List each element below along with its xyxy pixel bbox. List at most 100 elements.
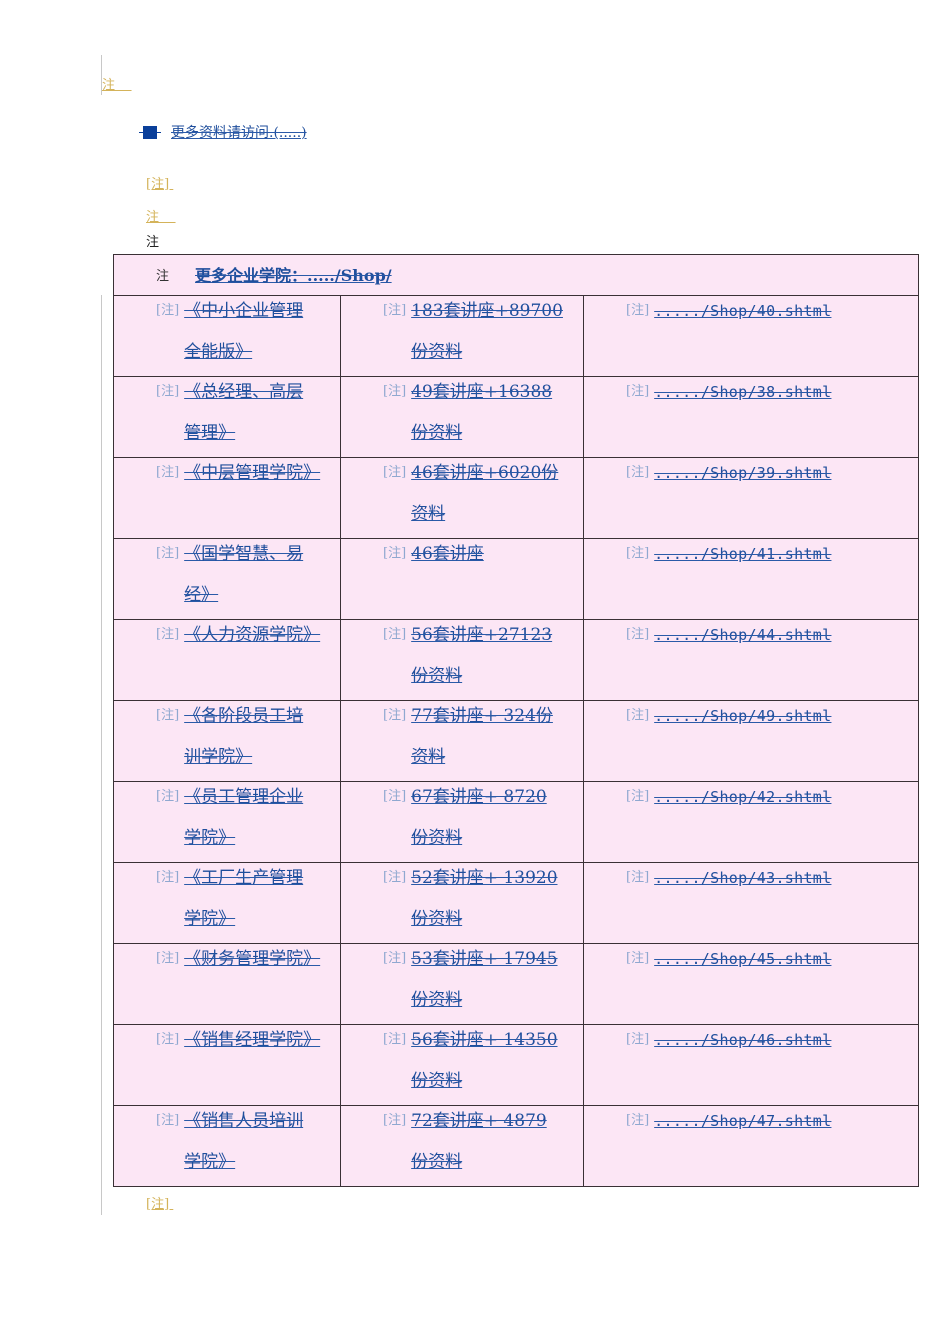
col1-cell: [注] 《中层管理学院》 — [113, 457, 341, 539]
col3-cell: [注] ...../Shop/42.shtml — [583, 781, 919, 863]
col3-cell: [注] ...../Shop/39.shtml — [583, 457, 919, 539]
col1-cell: [注] 《总经理、高层管理》 — [113, 376, 341, 458]
more-resources-link[interactable]: 更多资料请访问.(.....) — [171, 122, 307, 142]
bracket-note-link[interactable]: [注] — [146, 177, 173, 193]
academy-content-link[interactable]: 72套讲座+ 4879份资料 — [411, 1101, 563, 1183]
academy-url-link[interactable]: ...../Shop/42.shtml — [654, 777, 831, 818]
cell-note: [注] — [383, 870, 407, 885]
academy-content-link[interactable]: 46套讲座+6020份资料 — [411, 453, 563, 535]
academy-content-link[interactable]: 77套讲座+ 324份资料 — [411, 696, 563, 778]
academy-content-link[interactable]: 52套讲座+ 13920份资料 — [411, 858, 563, 940]
academy-url-link[interactable]: ...../Shop/49.shtml — [654, 696, 831, 737]
table-row: [注] 《中小企业管理全能版》 [注] 183套讲座+89700份资料 [注].....… — [113, 295, 919, 377]
academy-url-link[interactable]: ...../Shop/38.shtml — [654, 372, 831, 413]
col1-cell: [注] 《中小企业管理全能版》 — [113, 295, 341, 377]
col2-cell: [注] 46套讲座+6020份资料 — [340, 457, 584, 539]
more-resources-item: 更多资料请访问.(.....) — [139, 122, 307, 142]
cell-note: [注] — [156, 384, 180, 399]
cell-note: [注] — [156, 546, 180, 561]
cell-note: [注] — [626, 1032, 650, 1047]
cell-note: [注] — [383, 1032, 407, 1047]
col3-cell: [注] ...../Shop/45.shtml — [583, 943, 919, 1025]
plain-note: 注 — [146, 235, 160, 250]
academy-title-link[interactable]: 《工厂生产管理学院》 — [184, 858, 318, 940]
academy-content-link[interactable]: 56套讲座+27123份资料 — [411, 615, 563, 697]
academy-title-link[interactable]: 《总经理、高层管理》 — [184, 372, 318, 454]
academy-title-link[interactable]: 《各阶段员工培训学院》 — [184, 696, 318, 778]
cell-note: [注] — [383, 384, 407, 399]
col2-cell: [注] 46套讲座 — [340, 538, 584, 620]
table-header-cell: 注 更多企业学院：...../Shop/ — [113, 254, 919, 296]
col3-cell: [注] ...../Shop/46.shtml — [583, 1024, 919, 1106]
cell-note: [注] — [383, 708, 407, 723]
academy-url-link[interactable]: ...../Shop/47.shtml — [654, 1101, 831, 1142]
academy-title-link[interactable]: 《财务管理学院》 — [184, 939, 320, 980]
academy-url-link[interactable]: ...../Shop/41.shtml — [654, 534, 831, 575]
col3-cell: [注] ...../Shop/44.shtml — [583, 619, 919, 701]
cell-note: [注] — [626, 951, 650, 966]
academy-title-link[interactable]: 《国学智慧、易经》 — [184, 534, 318, 616]
academy-content-link[interactable]: 46套讲座 — [411, 534, 563, 575]
cell-note: [注] — [626, 546, 650, 561]
academy-title-link[interactable]: 《员工管理企业学院》 — [184, 777, 318, 859]
table-row: [注] 《中层管理学院》 [注] 46套讲座+6020份资料 [注] ...../Shop… — [113, 457, 919, 539]
table-row: [注] 《各阶段员工培训学院》 [注] 77套讲座+ 324份资料 [注] ...../S… — [113, 700, 919, 782]
cell-note: [注] — [626, 303, 650, 318]
table-row: [注] 《国学智慧、易经》 [注] 46套讲座 [注] ...../Shop/41.sht… — [113, 538, 919, 620]
table-row: [注] 《总经理、高层管理》 [注] 49套讲座+16388份资料 [注] ...../S… — [113, 376, 919, 458]
cell-note: [注] — [626, 384, 650, 399]
cell-note: [注] — [383, 303, 407, 318]
note-link-2[interactable]: 注 — [146, 210, 176, 226]
academy-url-link[interactable]: ...../Shop/39.shtml — [654, 453, 831, 494]
cell-note: [注] — [383, 627, 407, 642]
academy-title-link[interactable]: 《销售经理学院》 — [184, 1020, 320, 1061]
col2-cell: [注] 49套讲座+16388份资料 — [340, 376, 584, 458]
academy-content-link[interactable]: 56套讲座+ 14350份资料 — [411, 1020, 563, 1102]
academy-content-link[interactable]: 53套讲座+ 17945份资料 — [411, 939, 563, 1021]
academy-url-link[interactable]: ...../Shop/43.shtml — [654, 858, 831, 899]
academy-content-link[interactable]: 67套讲座+ 8720份资料 — [411, 777, 563, 859]
col2-cell: [注] 183套讲座+89700份资料 — [340, 295, 584, 377]
margin-line-rows — [101, 295, 102, 1215]
academy-url-link[interactable]: ...../Shop/46.shtml — [654, 1020, 831, 1061]
academy-title-link[interactable]: 《人力资源学院》 — [184, 615, 320, 656]
col1-cell: [注] 《工厂生产管理学院》 — [113, 862, 341, 944]
cell-note: [注] — [383, 1113, 407, 1128]
cell-note: [注] — [156, 1113, 180, 1128]
col1-cell: [注] 《国学智慧、易经》 — [113, 538, 341, 620]
cell-note: [注] — [383, 789, 407, 804]
cell-note: [注] — [156, 789, 180, 804]
academy-url-link[interactable]: ...../Shop/44.shtml — [654, 615, 831, 656]
cell-note: [注] — [626, 1113, 650, 1128]
table-header-row: 注 更多企业学院：...../Shop/ — [113, 254, 919, 296]
academy-title-link[interactable]: 《中层管理学院》 — [184, 453, 320, 494]
col3-cell: [注] ...../Shop/40.shtml — [583, 295, 919, 377]
cell-note: [注] — [156, 951, 180, 966]
academy-content-link[interactable]: 49套讲座+16388份资料 — [411, 372, 563, 454]
cell-note: [注] — [156, 627, 180, 642]
academy-url-link[interactable]: ...../Shop/45.shtml — [654, 939, 831, 980]
table-row: [注] 《人力资源学院》 [注] 56套讲座+27123份资料 [注] ...../Sho… — [113, 619, 919, 701]
col3-cell: [注] ...../Shop/38.shtml — [583, 376, 919, 458]
col2-cell: [注] 67套讲座+ 8720份资料 — [340, 781, 584, 863]
col3-cell: [注] ...../Shop/41.shtml — [583, 538, 919, 620]
cell-note: [注] — [383, 951, 407, 966]
academy-url-link[interactable]: ...../Shop/40.shtml — [654, 291, 831, 332]
cell-note: [注] — [626, 708, 650, 723]
col1-cell: [注] 《人力资源学院》 — [113, 619, 341, 701]
col3-cell: [注] ...../Shop/43.shtml — [583, 862, 919, 944]
table-row: [注] 《财务管理学院》 [注] 53套讲座+ 17945份资料 [注] ...../Sh… — [113, 943, 919, 1025]
top-note-link[interactable]: 注 — [102, 78, 132, 94]
col2-cell: [注] 53套讲座+ 17945份资料 — [340, 943, 584, 1025]
cell-note: [注] — [626, 627, 650, 642]
academy-table: 注 更多企业学院：...../Shop/ [注] 《中小企业管理全能版》 [注] 18… — [113, 254, 919, 1187]
academy-title-link[interactable]: 《中小企业管理全能版》 — [184, 291, 318, 373]
cell-note: [注] — [156, 1032, 180, 1047]
col1-cell: [注] 《销售经理学院》 — [113, 1024, 341, 1106]
bottom-note-link[interactable]: [注] — [146, 1197, 173, 1213]
col1-cell: [注] 《财务管理学院》 — [113, 943, 341, 1025]
more-academies-link[interactable]: 更多企业学院：...../Shop/ — [195, 262, 392, 286]
academy-content-link[interactable]: 183套讲座+89700份资料 — [411, 291, 563, 373]
col2-cell: [注] 56套讲座+27123份资料 — [340, 619, 584, 701]
academy-title-link[interactable]: 《销售人员培训学院》 — [184, 1101, 318, 1183]
